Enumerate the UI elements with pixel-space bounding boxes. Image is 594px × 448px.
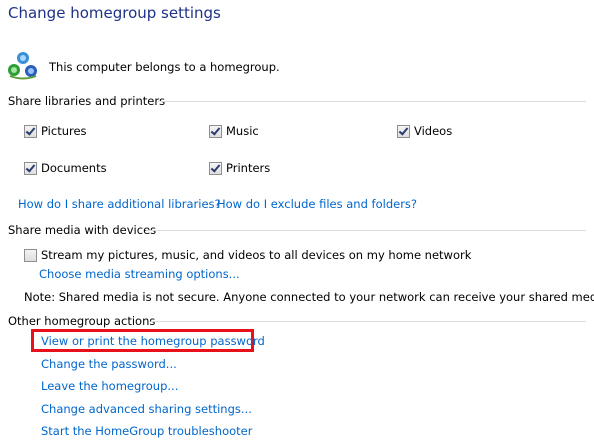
homegroup-status-text: This computer belongs to a homegroup. — [49, 60, 280, 74]
checkbox-box[interactable] — [24, 248, 37, 262]
checkbox-printers[interactable]: Printers — [209, 161, 270, 175]
leave-homegroup-link[interactable]: Leave the homegroup... — [41, 379, 178, 393]
check-icon — [210, 124, 221, 136]
exclude-files-link[interactable]: How do I exclude files and folders? — [217, 197, 417, 211]
media-streaming-options-link[interactable]: Choose media streaming options... — [39, 267, 240, 281]
checkbox-label: Stream my pictures, music, and videos to… — [41, 248, 472, 262]
check-icon — [398, 124, 409, 136]
check-icon — [25, 161, 36, 173]
advanced-sharing-settings-link[interactable]: Change advanced sharing settings... — [41, 402, 252, 416]
homegroup-troubleshooter-link[interactable]: Start the HomeGroup troubleshooter — [41, 424, 252, 438]
checkbox-box[interactable] — [209, 124, 222, 138]
section-heading-libraries: Share libraries and printers — [8, 94, 166, 108]
section-divider — [151, 321, 586, 322]
share-additional-libraries-link[interactable]: How do I share additional libraries? — [18, 197, 221, 211]
section-heading-media: Share media with devices — [8, 223, 157, 237]
checkbox-label: Music — [226, 124, 259, 138]
section-divider — [146, 230, 586, 231]
checkbox-label: Videos — [414, 124, 453, 138]
page-title: Change homegroup settings — [8, 4, 221, 22]
checkbox-pictures[interactable]: Pictures — [24, 124, 87, 138]
check-icon — [210, 161, 221, 173]
shared-media-note: Note: Shared media is not secure. Anyone… — [24, 290, 594, 304]
checkbox-documents[interactable]: Documents — [24, 161, 107, 175]
checkbox-box[interactable] — [24, 124, 37, 138]
checkbox-box[interactable] — [209, 161, 222, 175]
checkbox-box[interactable] — [397, 124, 410, 138]
check-icon — [25, 124, 36, 136]
section-divider — [158, 101, 586, 102]
checkbox-videos[interactable]: Videos — [397, 124, 452, 138]
checkbox-label: Documents — [41, 161, 107, 175]
checkbox-label: Printers — [226, 161, 271, 175]
checkbox-label: Pictures — [41, 124, 87, 138]
checkbox-music[interactable]: Music — [209, 124, 259, 138]
section-heading-other-actions: Other homegroup actions — [8, 314, 156, 328]
checkbox-box[interactable] — [24, 161, 37, 175]
view-print-password-link[interactable]: View or print the homegroup password — [41, 334, 265, 348]
checkbox-stream-media[interactable]: Stream my pictures, music, and videos to… — [24, 248, 471, 262]
change-password-link[interactable]: Change the password... — [41, 357, 177, 371]
homegroup-icon — [8, 52, 37, 80]
